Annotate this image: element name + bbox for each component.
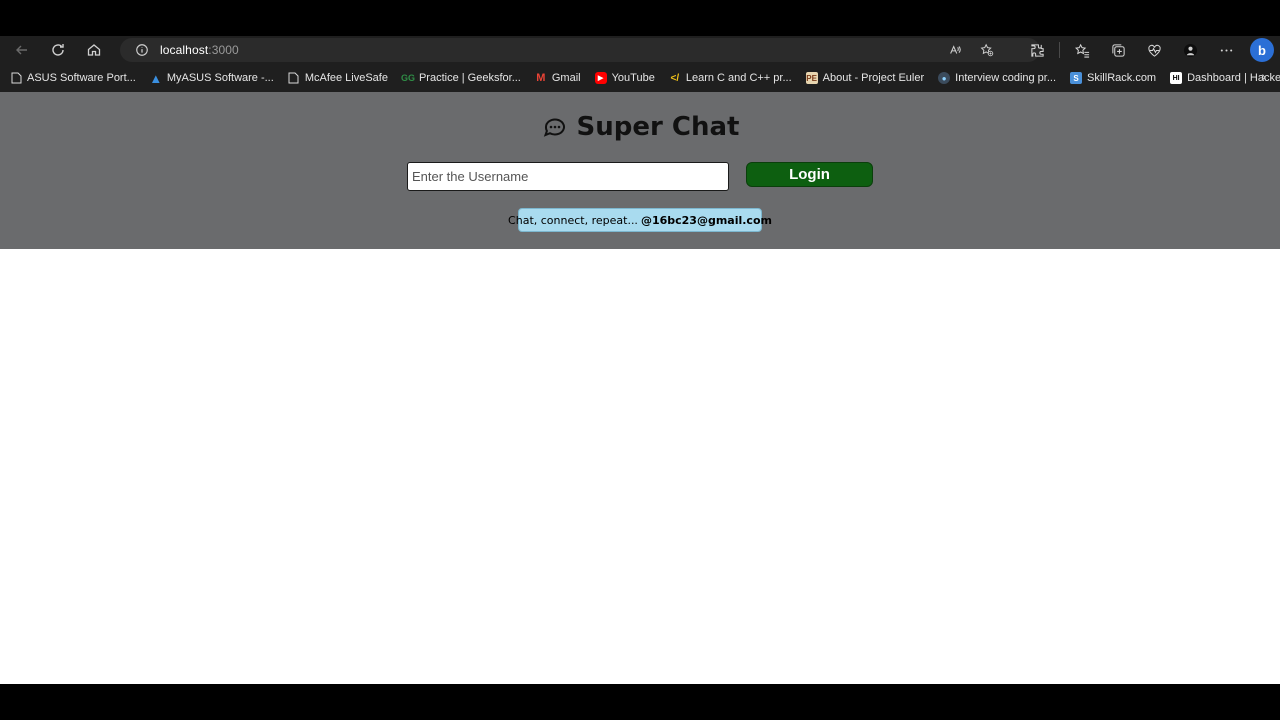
hackerrank-icon: HI	[1170, 72, 1183, 84]
bookmark-label: MyASUS Software -...	[166, 72, 274, 84]
home-icon	[87, 44, 101, 56]
bookmark-label: YouTube	[611, 72, 655, 84]
username-input[interactable]	[407, 162, 729, 191]
tagline-badge: Chat, connect, repeat... @16bc23@gmail.c…	[508, 208, 772, 232]
collections-icon[interactable]	[1100, 36, 1136, 64]
bookmark-label: ASUS Software Port...	[27, 72, 136, 84]
bookmark-label: SkillRack.com	[1087, 72, 1157, 84]
bookmark-label: Interview coding pr...	[955, 72, 1057, 84]
geeksforgeeks-icon: GG	[400, 73, 415, 83]
bookmark-label: Practice | Geeksfor...	[418, 72, 521, 84]
project-euler-icon: PE	[805, 72, 818, 84]
bookmark-label: Gmail	[551, 72, 581, 84]
bookmarks-bar: ASUS Software Port... ▲ MyASUS Software …	[0, 64, 1280, 92]
site-info-icon[interactable]	[128, 43, 156, 57]
read-aloud-icon[interactable]	[946, 41, 964, 59]
bookmark-label: McAfee LiveSafe	[304, 72, 388, 84]
bookmark-asus-software-portal[interactable]: ASUS Software Port...	[10, 68, 136, 88]
app-brand: Super Chat	[0, 112, 1280, 142]
page-viewport: Super Chat Login Chat, connect, repeat..…	[0, 92, 1280, 684]
learn-c-icon: </	[670, 72, 680, 84]
app-header: Super Chat Login Chat, connect, repeat..…	[0, 92, 1280, 249]
url-text[interactable]: localhost:3000	[160, 43, 239, 57]
add-favorite-icon[interactable]	[978, 41, 996, 59]
bookmark-label: About - Project Euler	[822, 72, 925, 84]
login-button[interactable]: Login	[746, 162, 873, 187]
address-bar[interactable]: localhost:3000	[120, 38, 1040, 62]
page-icon	[10, 72, 22, 84]
chat-bubble-icon	[543, 118, 565, 137]
extensions-icon[interactable]	[1019, 36, 1055, 64]
browser-right-icons: b	[1019, 36, 1280, 64]
favorites-icon[interactable]	[1064, 36, 1100, 64]
skillrack-icon: S	[1070, 72, 1083, 84]
toolbar-separator	[1059, 42, 1060, 58]
tagline-email: @16bc23@gmail.com	[640, 213, 772, 227]
letterbox-bottom	[0, 684, 1280, 720]
browser-essentials-icon[interactable]	[1136, 36, 1172, 64]
home-button[interactable]	[76, 36, 112, 64]
more-menu-icon[interactable]	[1208, 36, 1244, 64]
bookmark-skillrack[interactable]: S SkillRack.com	[1070, 68, 1156, 88]
gmail-icon: M	[536, 72, 546, 84]
bookmark-interview-coding[interactable]: ● Interview coding pr...	[938, 68, 1056, 88]
tagline-text: Chat, connect, repeat...	[508, 213, 638, 227]
app-title: Super Chat	[576, 112, 740, 142]
url-port: :3000	[208, 43, 239, 57]
bookmark-mcafee-livesafe[interactable]: McAfee LiveSafe	[288, 68, 388, 88]
bookmark-myasus-software[interactable]: ▲ MyASUS Software -...	[149, 68, 274, 88]
refresh-icon	[52, 44, 64, 56]
back-arrow-icon	[16, 45, 27, 55]
page-icon	[288, 72, 300, 84]
refresh-button[interactable]	[40, 36, 76, 64]
back-button[interactable]	[4, 36, 40, 64]
interview-icon: ●	[938, 72, 951, 84]
chevron-right-icon[interactable]: ›	[1261, 68, 1266, 84]
letterbox-top	[0, 0, 1280, 36]
bookmark-project-euler[interactable]: PE About - Project Euler	[805, 68, 925, 88]
bookmark-label: Learn C and C++ pr...	[685, 72, 792, 84]
bookmark-gmail[interactable]: M Gmail	[535, 68, 581, 88]
bookmark-youtube[interactable]: ▶ YouTube	[594, 68, 655, 88]
bookmark-label: Dashboard | Hacker...	[1187, 72, 1280, 84]
url-host: localhost	[160, 43, 209, 57]
bookmark-learn-c[interactable]: </ Learn C and C++ pr...	[669, 68, 792, 88]
profile-avatar-icon[interactable]	[1172, 36, 1208, 64]
bookmark-geeksforgeeks[interactable]: GG Practice | Geeksfor...	[400, 68, 521, 88]
copilot-icon[interactable]: b	[1250, 38, 1274, 62]
youtube-icon: ▶	[594, 72, 607, 84]
myasus-icon: ▲	[149, 70, 163, 86]
